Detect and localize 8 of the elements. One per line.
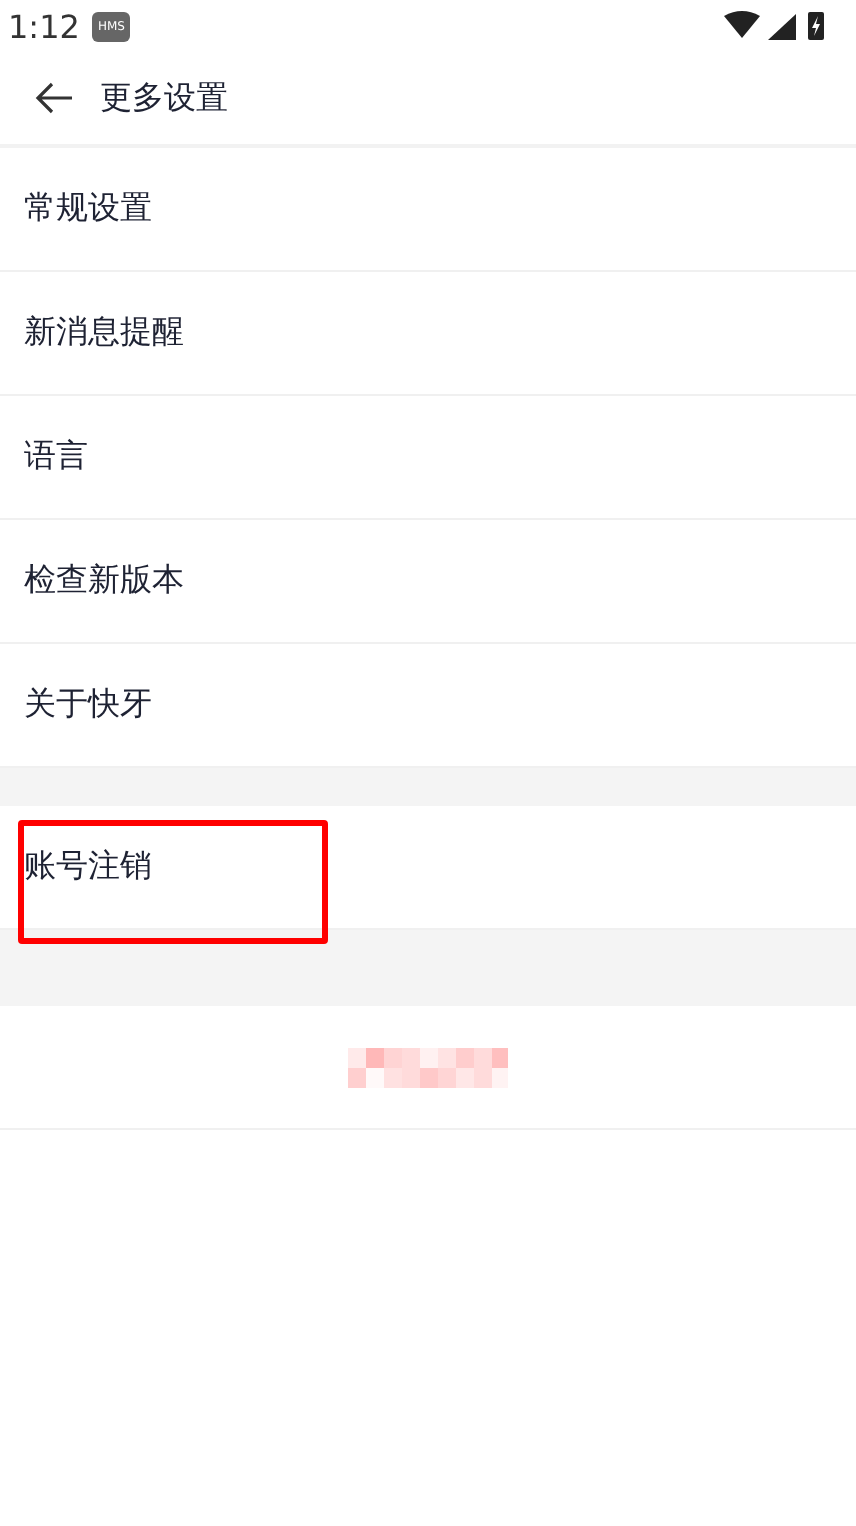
settings-item[interactable]: 常规设置 bbox=[0, 148, 856, 272]
status-time: 1:12 bbox=[8, 7, 80, 45]
settings-item[interactable]: 检查新版本 bbox=[0, 520, 856, 644]
status-icons bbox=[724, 10, 828, 42]
back-icon[interactable] bbox=[32, 80, 76, 116]
settings-item[interactable]: 语言 bbox=[0, 396, 856, 520]
settings-item[interactable]: 新消息提醒 bbox=[0, 272, 856, 396]
page-title: 更多设置 bbox=[100, 77, 228, 119]
